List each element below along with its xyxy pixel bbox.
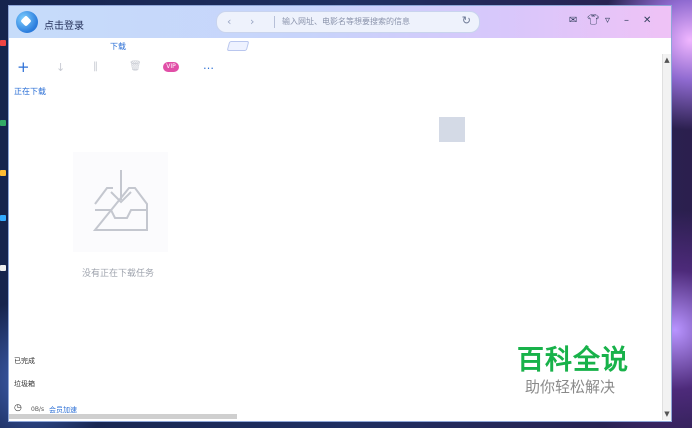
clock-icon: ◷: [14, 403, 22, 413]
desktop-icon[interactable]: [0, 265, 6, 271]
empty-tray-icon: [92, 170, 148, 231]
scroll-down-icon[interactable]: ▼: [663, 410, 671, 418]
divider: [274, 16, 275, 28]
menu-icon[interactable]: ▿: [605, 15, 610, 26]
login-link[interactable]: 点击登录: [44, 17, 84, 32]
empty-tray-illustration: [73, 152, 168, 252]
forward-arrow-icon[interactable]: ›: [250, 15, 254, 28]
app-logo-icon[interactable]: [16, 11, 38, 33]
vip-badge[interactable]: VIP: [163, 62, 179, 72]
download-icon[interactable]: ↓: [56, 61, 65, 74]
titlebar: 点击登录 ‹ › 输入网址、电影名等想要搜索的信息 ↻ ✉ 👕︎ ▿ – ✕: [9, 6, 671, 38]
delete-icon[interactable]: 🗑︎: [129, 61, 142, 72]
watermark-subtitle: 助你轻松解决: [525, 378, 616, 396]
sidebar-item-downloading[interactable]: 正在下载: [14, 86, 46, 97]
desktop-icon[interactable]: [0, 40, 6, 46]
pause-icon[interactable]: ‖: [93, 61, 98, 72]
add-icon[interactable]: +: [17, 58, 30, 76]
skin-icon[interactable]: 👕︎: [587, 15, 600, 26]
sidebar-item-trash[interactable]: 垃圾箱: [14, 379, 35, 389]
watermark-title: 百科全说: [517, 345, 629, 376]
placeholder-thumbnail: [439, 117, 465, 142]
empty-message: 没有正在下载任务: [82, 269, 155, 279]
tab-label: 下载: [110, 42, 126, 51]
tab-downloads[interactable]: 下载: [9, 38, 219, 54]
horizontal-scrollbar[interactable]: [9, 414, 237, 419]
new-tab-button[interactable]: [226, 41, 250, 51]
desktop-icon[interactable]: [0, 120, 6, 126]
desktop-icon[interactable]: [0, 170, 6, 176]
desktop-icon[interactable]: [0, 215, 6, 221]
close-icon[interactable]: ✕: [643, 15, 651, 26]
minimize-icon[interactable]: –: [624, 15, 629, 26]
mail-icon[interactable]: ✉: [569, 15, 577, 26]
address-bar[interactable]: ‹ › 输入网址、电影名等想要搜索的信息 ↻: [216, 11, 480, 33]
vertical-scrollbar[interactable]: ▲ ▼: [662, 54, 671, 420]
refresh-icon[interactable]: ↻: [462, 14, 471, 27]
scroll-up-icon[interactable]: ▲: [663, 56, 671, 64]
more-icon[interactable]: …: [203, 59, 214, 72]
download-speed: 0B/s: [31, 406, 45, 413]
address-input[interactable]: 输入网址、电影名等想要搜索的信息: [282, 16, 410, 27]
back-arrow-icon[interactable]: ‹: [227, 15, 231, 28]
download-manager-window: 点击登录 ‹ › 输入网址、电影名等想要搜索的信息 ↻ ✉ 👕︎ ▿ – ✕ 下…: [8, 5, 672, 422]
sidebar-item-completed[interactable]: 已完成: [14, 356, 35, 366]
